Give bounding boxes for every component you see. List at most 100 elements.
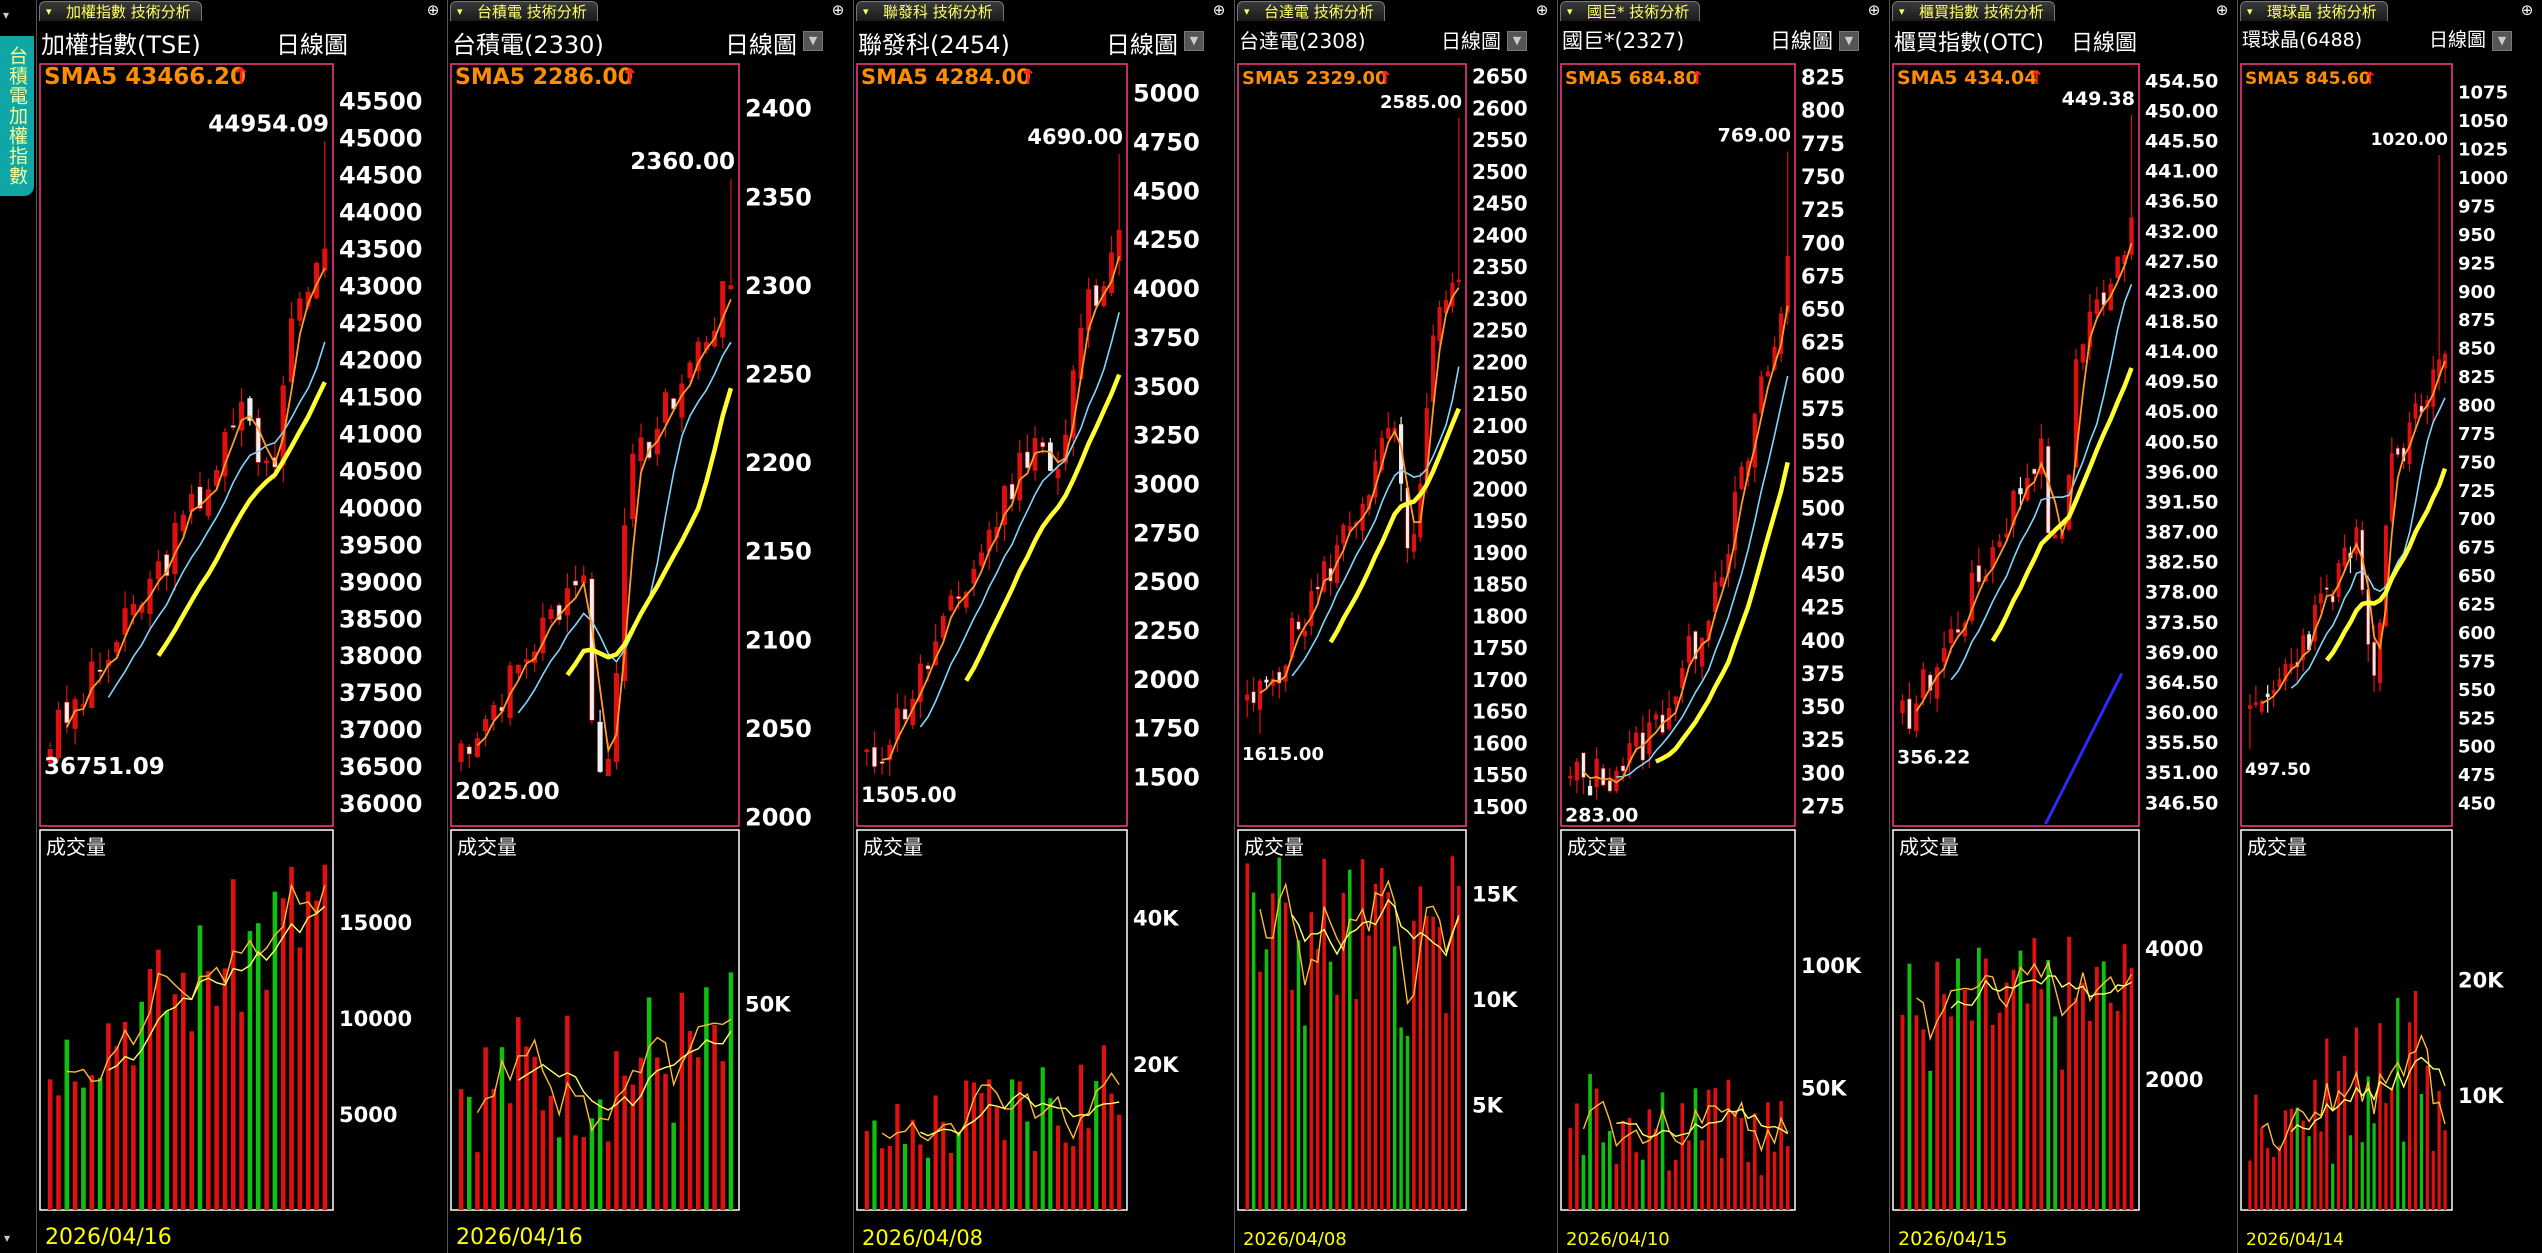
candle-body [2389,453,2394,522]
volume-bar [1772,1151,1777,1210]
high-label: 4690.00 [1027,125,1123,149]
price-axis-tick: 400 [1801,629,1845,653]
candle-body [483,719,489,732]
collapse-icon[interactable]: ▾ [3,8,9,22]
candle-body [2115,256,2120,279]
sma5-readout: SMA5 2286.00 [455,65,633,90]
price-axis-tick: 2500 [1472,160,1528,184]
low-label: 1615.00 [1242,744,1324,765]
price-axis-tick: 41500 [339,383,423,411]
volume-bar [1437,927,1442,1210]
volume-bar [305,891,311,1210]
volume-bar [1766,1102,1770,1210]
volume-bar [1251,892,1256,1210]
candle-body [662,392,669,423]
volume-bar [197,925,203,1210]
volume-bar [2325,1038,2329,1210]
candle [458,739,464,772]
price-axis-tick: 43500 [339,235,423,263]
volume-bar [1450,856,1455,1210]
price-axis-tick: 575 [2458,651,2496,672]
price-axis-tick: 925 [2458,253,2496,274]
sidebar-tab[interactable]: 台積電加權指數 [0,36,34,196]
volume-bar [1608,1130,1612,1210]
volume-bar [1990,1024,1995,1210]
candle [564,573,570,633]
price-axis-tick: 2150 [1472,382,1528,406]
volume-bar [1290,989,1294,1210]
price-axis-tick: 2250 [1472,319,1528,343]
volume-bar [255,923,261,1210]
price-axis-tick: 432.00 [2145,221,2218,243]
volume-bar [2032,938,2037,1210]
candle [239,388,245,447]
volume-bar [2431,1150,2435,1210]
volume-bar [164,1011,169,1210]
volume-bar [2094,966,2099,1210]
candle [1900,693,1905,725]
price-axis-tick: 37000 [339,716,423,744]
ma5-line [65,267,326,728]
candle-body [2342,547,2347,567]
price-frame [1560,63,1796,827]
low-label: 36751.09 [44,754,165,780]
volume-bar [156,949,161,1210]
volume-bar [638,1057,644,1210]
candle [1277,667,1282,699]
volume-bar [458,1089,464,1210]
price-axis-tick: 2000 [1133,666,1200,694]
candle [1907,682,1912,734]
volume-bar [1101,1045,1106,1210]
price-axis-tick: 40000 [339,494,423,522]
price-axis-tick: 373.50 [2145,612,2218,634]
candle-body [728,285,734,290]
date-label: 2026/04/08 [862,1226,984,1250]
scroll-down-icon[interactable]: ▾ [4,1231,10,1245]
ma20-line [1616,375,1789,778]
price-axis-tick: 1500 [1472,795,1528,819]
volume-bar [1367,935,1371,1210]
price-axis-tick: 1025 [2458,140,2508,161]
volume-bar [1109,1093,1114,1210]
price-axis-tick: 575 [1801,397,1845,421]
volume-label: 成交量 [1899,835,1959,859]
candle [2025,463,2030,503]
volume-bar [1900,1014,1905,1210]
price-axis-tick: 475 [1801,529,1845,553]
candle-body [2080,344,2086,363]
stock-chart: 825 800 775 750 725 700 675 650 625 600 575 550 525 5… [1560,63,1862,1211]
volume-bar [239,1011,244,1210]
candle [2425,395,2430,425]
volume-bar [548,1095,554,1210]
candle-body [1437,307,1442,341]
price-axis-tick: 2300 [745,272,812,300]
price-axis-tick: 2150 [745,538,812,566]
volume-bar [475,1152,480,1210]
candle [879,746,885,775]
stock-chart: 2400 2350 2300 2250 2200 2150 2100 2050 2000 SMA5… [450,63,812,1211]
candle-body [925,665,931,670]
price-axis-tick: 355.50 [2145,732,2218,754]
price-axis-tick: 1850 [1472,573,1528,597]
candle [597,709,603,773]
volume-bar [987,1079,992,1210]
volume-bar [687,1030,693,1210]
candle-body [2378,622,2382,684]
price-axis-tick: 725 [2458,481,2496,502]
volume-axis-tick: 10K [2458,1084,2504,1108]
sma5-readout: SMA5 434.04 [1897,67,2037,89]
volume-bar [1921,1029,1926,1210]
trend-line [2044,672,2124,825]
candle [2011,489,2016,538]
candle [89,647,95,709]
volume-bar [704,987,709,1210]
price-axis-tick: 2100 [1472,414,1528,438]
candle [1568,766,1573,786]
candle-body [172,522,178,575]
low-label: 356.22 [1897,747,1970,769]
volume-bar [663,1073,668,1210]
volume-label: 成交量 [457,835,517,859]
volume-bar [1687,1140,1691,1210]
candle-body [548,609,554,620]
price-axis-tick: 427.50 [2145,251,2218,273]
